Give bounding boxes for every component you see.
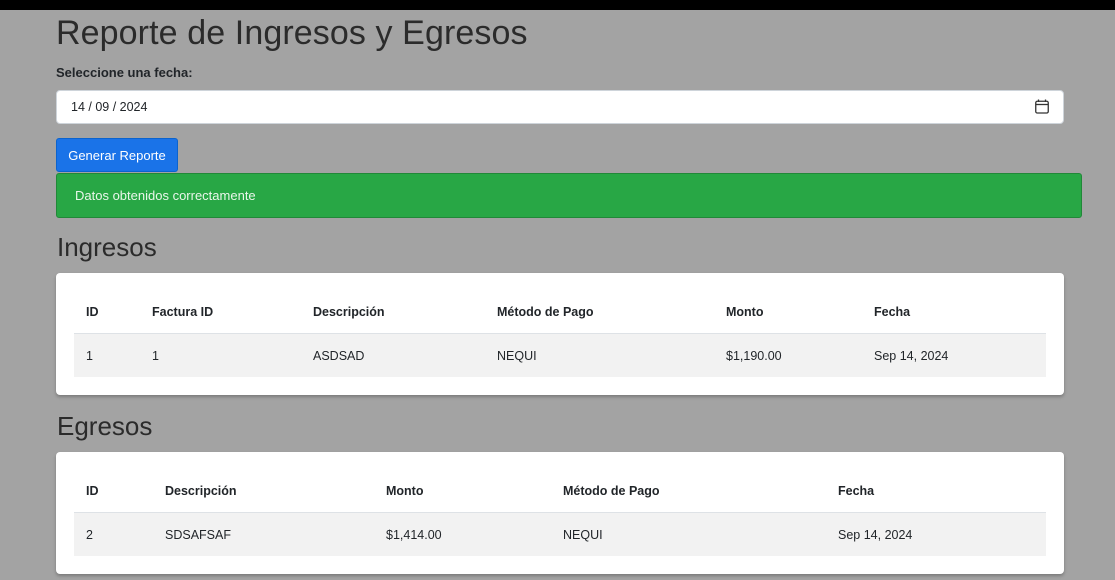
page-title: Reporte de Ingresos y Egresos bbox=[56, 14, 528, 52]
date-label: Seleccione una fecha: bbox=[56, 65, 193, 80]
success-alert: Datos obtenidos correctamente bbox=[56, 173, 1082, 218]
cell-id: 2 bbox=[74, 512, 153, 556]
date-input[interactable]: 14 / 09 / 2024 bbox=[56, 90, 1064, 124]
column-header-factura-id: Factura ID bbox=[140, 291, 301, 334]
column-header-descripcion: Descripción bbox=[301, 291, 485, 334]
column-header-metodo-pago: Método de Pago bbox=[485, 291, 714, 334]
cell-metodo-pago: NEQUI bbox=[485, 333, 714, 377]
column-header-monto: Monto bbox=[374, 470, 551, 513]
ingresos-card: ID Factura ID Descripción Método de Pago… bbox=[56, 273, 1064, 395]
cell-monto: $1,414.00 bbox=[374, 512, 551, 556]
column-header-fecha: Fecha bbox=[826, 470, 1046, 513]
egresos-table: ID Descripción Monto Método de Pago Fech… bbox=[74, 470, 1046, 556]
ingresos-title: Ingresos bbox=[57, 232, 157, 262]
table-row: 1 1 ASDSAD NEQUI $1,190.00 Sep 14, 2024 bbox=[74, 333, 1046, 377]
cell-factura-id: 1 bbox=[140, 333, 301, 377]
table-header-row: ID Descripción Monto Método de Pago Fech… bbox=[74, 470, 1046, 513]
egresos-title: Egresos bbox=[57, 411, 153, 441]
egresos-card: ID Descripción Monto Método de Pago Fech… bbox=[56, 452, 1064, 574]
cell-descripcion: SDSAFSAF bbox=[153, 512, 374, 556]
cell-monto: $1,190.00 bbox=[714, 333, 862, 377]
cell-id: 1 bbox=[74, 333, 140, 377]
calendar-icon[interactable] bbox=[1035, 99, 1049, 114]
generate-report-button[interactable]: Generar Reporte bbox=[56, 138, 178, 172]
column-header-metodo-pago: Método de Pago bbox=[551, 470, 826, 513]
cell-metodo-pago: NEQUI bbox=[551, 512, 826, 556]
cell-descripcion: ASDSAD bbox=[301, 333, 485, 377]
column-header-monto: Monto bbox=[714, 291, 862, 334]
column-header-id: ID bbox=[74, 470, 153, 513]
table-row: 2 SDSAFSAF $1,414.00 NEQUI Sep 14, 2024 bbox=[74, 512, 1046, 556]
table-header-row: ID Factura ID Descripción Método de Pago… bbox=[74, 291, 1046, 334]
ingresos-table: ID Factura ID Descripción Método de Pago… bbox=[74, 291, 1046, 377]
top-bar bbox=[0, 0, 1115, 10]
column-header-fecha: Fecha bbox=[862, 291, 1046, 334]
column-header-id: ID bbox=[74, 291, 140, 334]
cell-fecha: Sep 14, 2024 bbox=[862, 333, 1046, 377]
cell-fecha: Sep 14, 2024 bbox=[826, 512, 1046, 556]
column-header-descripcion: Descripción bbox=[153, 470, 374, 513]
date-input-value: 14 / 09 / 2024 bbox=[71, 100, 148, 114]
